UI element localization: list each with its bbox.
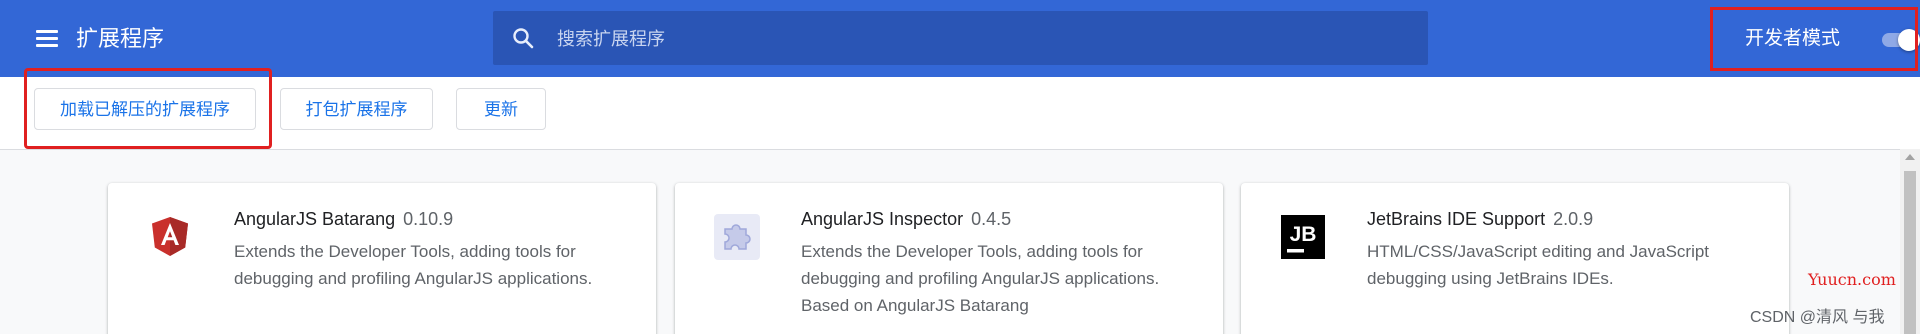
author-watermark: CSDN @清风 与我 <box>1750 309 1885 326</box>
developer-mode-highlight <box>1710 7 1918 71</box>
hamburger-menu-icon[interactable] <box>28 22 64 56</box>
extension-name: AngularJS Inspector <box>801 209 964 229</box>
pack-extension-button[interactable]: 打包扩展程序 <box>280 88 433 130</box>
extension-description: HTML/CSS/JavaScript editing and JavaScri… <box>1367 242 1710 288</box>
vertical-scrollbar[interactable] <box>1900 149 1920 334</box>
extension-name: AngularJS Batarang <box>234 209 396 229</box>
extension-card: AngularJS Batarang 0.10.9 Extends the Dev… <box>108 183 656 334</box>
extension-card: JB JetBrains IDE Support 2.0.9 HTML/CSS/J… <box>1241 183 1789 334</box>
search-input[interactable] <box>555 11 1409 67</box>
extension-name: JetBrains IDE Support <box>1367 209 1546 229</box>
top-app-bar: 扩展程序 开发者模式 <box>0 0 1920 77</box>
scroll-up-arrow-icon[interactable] <box>1905 154 1915 160</box>
puzzle-piece-icon <box>714 214 760 260</box>
angularjs-shield-icon <box>152 217 188 256</box>
extension-version: 2.0.9 <box>1553 209 1594 229</box>
extension-header: JetBrains IDE Support 2.0.9 <box>1367 206 1593 232</box>
extension-header: AngularJS Inspector 0.4.5 <box>801 206 1011 232</box>
search-bar[interactable] <box>493 11 1428 67</box>
extension-description: Extends the Developer Tools, adding tool… <box>234 242 593 288</box>
load-unpacked-highlight <box>24 68 272 149</box>
search-icon <box>513 28 534 49</box>
extension-version: 0.10.9 <box>403 209 454 229</box>
page-title: 扩展程序 <box>76 26 165 51</box>
svg-text:JB: JB <box>1290 223 1317 246</box>
site-watermark: Yuucn.com <box>1808 270 1896 289</box>
extension-description: Extends the Developer Tools, adding tool… <box>801 242 1160 315</box>
extension-card: AngularJS Inspector 0.4.5 Extends the Dev… <box>675 183 1223 334</box>
update-button[interactable]: 更新 <box>456 88 546 130</box>
jetbrains-jb-icon: JB <box>1281 215 1325 259</box>
extension-header: AngularJS Batarang 0.10.9 <box>234 206 453 232</box>
scroll-thumb[interactable] <box>1904 171 1916 334</box>
extension-version: 0.4.5 <box>971 209 1012 229</box>
toolbar: 加载已解压的扩展程序 打包扩展程序 更新 <box>0 77 1920 150</box>
